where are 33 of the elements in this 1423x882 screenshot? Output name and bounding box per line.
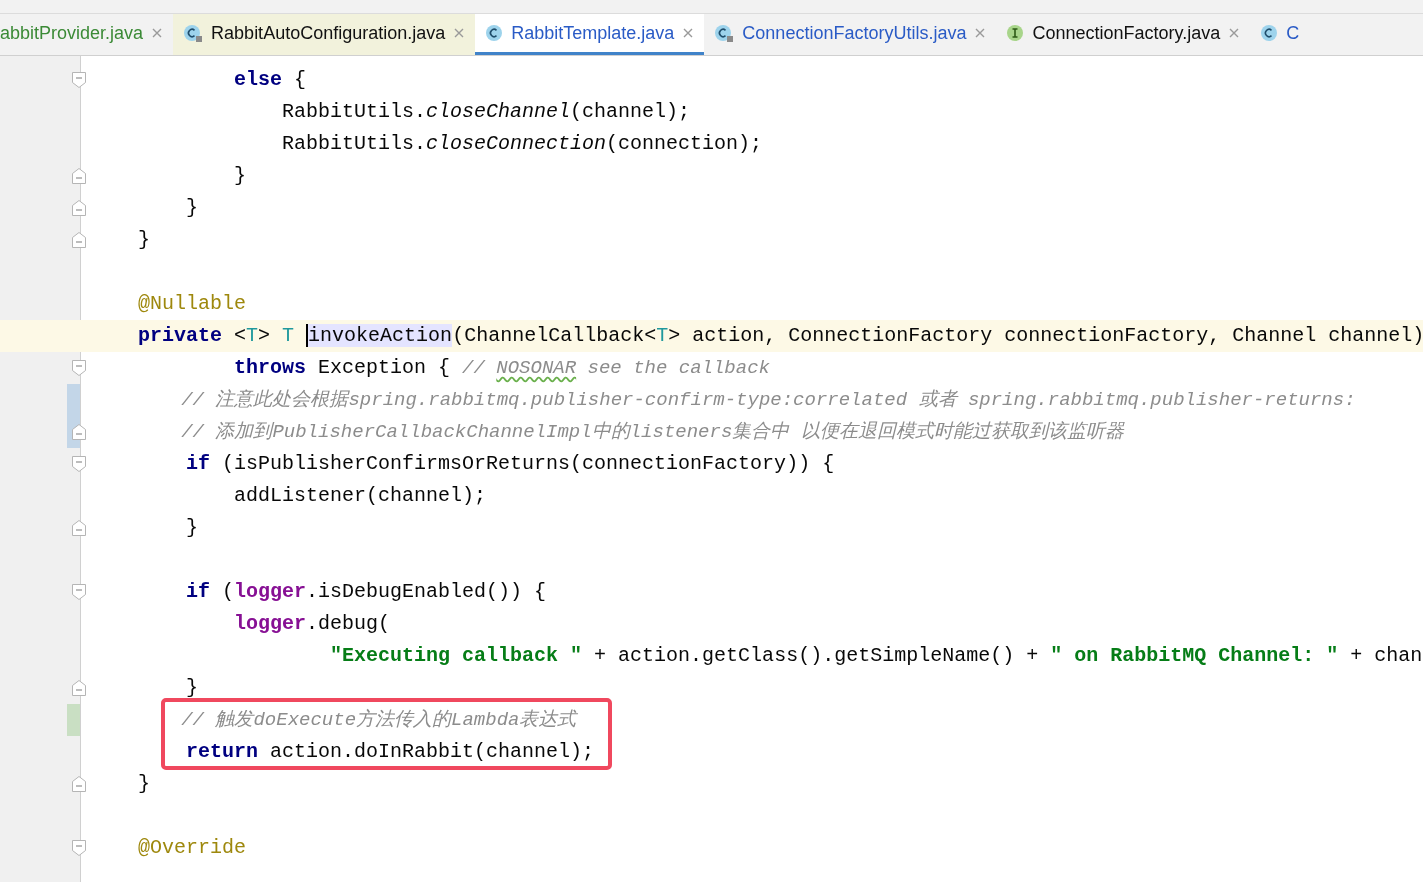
interface-icon	[1006, 24, 1025, 42]
file-tab[interactable]: RabbitTemplate.java	[475, 14, 705, 55]
class-icon	[183, 23, 204, 43]
code-line: RabbitUtils.closeConnection(connection);	[281, 131, 763, 157]
code-line: // 添加到PublisherCallbackChannelImpl中的listeners集合中 以便在退回模式时能过获取到该监听器	[180, 420, 1124, 445]
file-tab[interactable]: ConnectionFactoryUtils.java	[704, 14, 997, 55]
file-tab[interactable]: RabbitAutoConfiguration.java	[173, 14, 476, 55]
class-icon	[714, 23, 735, 43]
code-line: private <T> T invokeAction(ChannelCallback<T> action, ConnectionFactory connectionFactory, Channel channel)	[137, 323, 1423, 349]
code-line: }	[185, 515, 199, 541]
code-line: throws Exception { // NOSONAR see the callback	[233, 355, 770, 381]
code-line: }	[137, 771, 150, 797]
code-line: // 注意此处会根据spring.rabbitmq.publisher-confirm-type:correlated 或者 spring.rabbitmq.publisher-returns:	[180, 388, 1356, 413]
code-line: else {	[233, 67, 307, 93]
code-line: if (logger.isDebugEnabled()) {	[185, 579, 547, 605]
code-line: }	[233, 163, 247, 189]
file-tab[interactable]: ConnectionFactory.java	[996, 14, 1251, 55]
code-line: "Executing callback " + action.getClass().getSimpleName() + " on RabbitMQ Channel: " + chan	[329, 643, 1423, 669]
file-tab[interactable]: C	[1250, 14, 1310, 55]
file-tab[interactable]: abbitProvider.java	[0, 14, 174, 55]
code-line: // 触发doExecute方法传入的Lambda表达式	[180, 708, 577, 733]
code-line: }	[137, 227, 150, 253]
code-line: logger.debug(	[233, 611, 391, 637]
class-icon	[485, 24, 504, 42]
code-line: @Override	[137, 835, 247, 861]
code-line: addListener(channel);	[233, 483, 487, 509]
code-line: if (isPublisherConfirmsOrReturns(connectionFactory)) {	[185, 451, 835, 477]
code-line: RabbitUtils.closeChannel(channel);	[281, 99, 691, 125]
code-line: return action.doInRabbit(channel);	[185, 739, 595, 765]
code-line: @Nullable	[137, 291, 247, 317]
class-icon	[1260, 24, 1279, 42]
code-line: }	[185, 195, 199, 221]
code-line: }	[185, 675, 199, 701]
